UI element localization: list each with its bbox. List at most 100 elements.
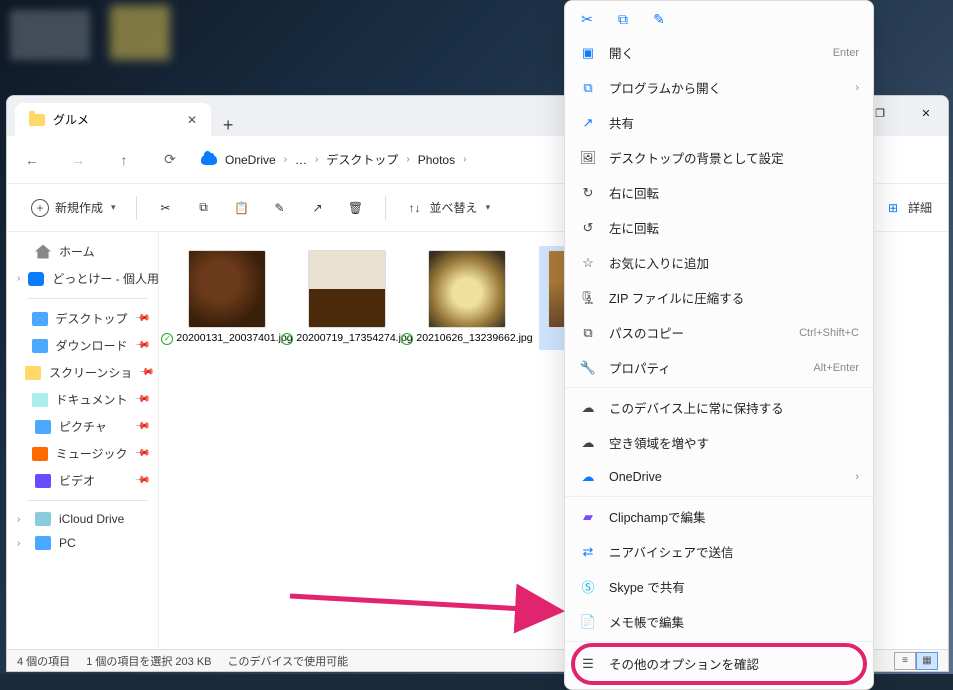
breadcrumb-item[interactable]: デスクトップ: [326, 151, 398, 168]
new-tab-button[interactable]: +: [211, 115, 245, 136]
ctx-open[interactable]: ▣開くEnter: [565, 35, 873, 70]
copy-icon[interactable]: ⧉: [613, 9, 633, 29]
thumbnail: [308, 250, 386, 328]
ctx-nearby-share[interactable]: ⇄ニアバイシェアで送信: [565, 534, 873, 569]
sidebar-music[interactable]: ミュージック📌: [7, 440, 158, 467]
nav-up-button[interactable]: ↑: [109, 152, 139, 168]
chevron-right-icon: ›: [284, 154, 287, 165]
chevron-right-icon: ›: [463, 154, 466, 165]
ctx-clipchamp[interactable]: ▰Clipchampで編集: [565, 499, 873, 534]
thumbnail: [428, 250, 506, 328]
sidebar-pc[interactable]: ›PC: [7, 531, 158, 555]
music-icon: [32, 447, 48, 461]
properties-icon: 🔧: [579, 359, 597, 377]
chevron-right-icon[interactable]: ›: [17, 273, 20, 284]
pin-icon: 📌: [133, 391, 150, 408]
desktop-icon-blurred: [110, 5, 170, 60]
onedrive-icon: ☁: [579, 468, 597, 486]
rename-button[interactable]: ✎: [263, 193, 297, 223]
ctx-set-background[interactable]: 🖼デスクトップの背景として設定: [565, 140, 873, 175]
onedrive-icon: [28, 272, 44, 286]
ctx-properties[interactable]: 🔧プロパティAlt+Enter: [565, 350, 873, 385]
share-button[interactable]: ↗: [301, 193, 335, 223]
ctx-free-space[interactable]: ☁空き領域を増やす: [565, 425, 873, 460]
document-icon: [32, 393, 48, 407]
ctx-share[interactable]: ↗共有: [565, 105, 873, 140]
file-item[interactable]: 20200719_17354274.jpg: [299, 246, 395, 350]
new-label: 新規作成: [55, 199, 103, 216]
delete-button[interactable]: 🗑: [339, 193, 373, 223]
more-options-icon: ☰: [579, 655, 597, 673]
sidebar-downloads[interactable]: ダウンロード📌: [7, 332, 158, 359]
pin-icon: 📌: [138, 364, 155, 381]
separator: [136, 196, 137, 220]
window-close-button[interactable]: ✕: [903, 95, 949, 131]
file-item[interactable]: 20210626_13239662.jpg: [419, 246, 515, 350]
cut-icon[interactable]: ✂: [577, 9, 597, 29]
pin-icon: 📌: [133, 418, 150, 435]
separator: [27, 298, 148, 299]
ctx-copy-path[interactable]: ⧉パスのコピーCtrl+Shift+C: [565, 315, 873, 350]
ctx-rotate-right[interactable]: ↻右に回転: [565, 175, 873, 210]
share-icon: ↗: [309, 199, 327, 217]
details-button[interactable]: ⊞ 詳細: [884, 199, 932, 217]
ctx-rotate-left[interactable]: ↺左に回転: [565, 210, 873, 245]
nav-back-button[interactable]: ←: [17, 152, 47, 168]
ctx-notepad[interactable]: 📄メモ帳で編集: [565, 604, 873, 639]
sidebar-pictures[interactable]: ピクチャ📌: [7, 413, 158, 440]
nearby-icon: ⇄: [579, 543, 597, 561]
sidebar-screenshots[interactable]: スクリーンショ📌: [7, 359, 158, 386]
sidebar-videos[interactable]: ビデオ📌: [7, 467, 158, 494]
chevron-right-icon: ›: [406, 154, 409, 165]
ctx-onedrive[interactable]: ☁OneDrive›: [565, 460, 873, 494]
tab-active[interactable]: グルメ ✕: [15, 103, 211, 136]
ctx-skype[interactable]: ⓈSkype で共有: [565, 569, 873, 604]
view-list-button[interactable]: ≡: [894, 652, 916, 670]
download-icon: [32, 339, 48, 353]
view-toggle: ≡ ▦: [894, 652, 938, 670]
separator: [565, 387, 873, 388]
ctx-always-keep[interactable]: ☁このデバイス上に常に保持する: [565, 390, 873, 425]
notepad-icon: 📄: [579, 613, 597, 631]
pc-icon: [35, 536, 51, 550]
breadcrumb-root[interactable]: OneDrive: [225, 153, 276, 167]
annotation-arrow: [290, 576, 580, 631]
sidebar-home[interactable]: ホーム: [7, 238, 158, 265]
clipchamp-icon: ▰: [579, 508, 597, 526]
sidebar-documents[interactable]: ドキュメント📌: [7, 386, 158, 413]
breadcrumb-item[interactable]: Photos: [418, 153, 455, 167]
sync-available-icon: [281, 333, 293, 345]
plus-circle-icon: +: [31, 199, 49, 217]
cut-button[interactable]: ✂: [149, 193, 183, 223]
chevron-right-icon[interactable]: ›: [17, 514, 27, 525]
sync-available-icon: [401, 333, 413, 345]
onedrive-icon: [201, 155, 217, 165]
ctx-zip[interactable]: 🗜ZIP ファイルに圧縮する: [565, 280, 873, 315]
tab-close-button[interactable]: ✕: [187, 113, 197, 127]
file-item[interactable]: 20200131_20037401.jpg: [179, 246, 275, 350]
sidebar-icloud[interactable]: ›iCloud Drive: [7, 507, 158, 531]
new-button[interactable]: + 新規作成 ▾: [23, 193, 124, 223]
sort-icon: ↑↓: [406, 199, 424, 217]
ctx-open-with[interactable]: ⧉プログラムから開く›: [565, 70, 873, 105]
breadcrumb-ellipsis[interactable]: …: [295, 153, 307, 167]
paste-button[interactable]: 📋: [225, 193, 259, 223]
sort-button[interactable]: ↑↓ 並べ替え ▾: [398, 193, 499, 223]
pin-icon: 📌: [133, 310, 150, 327]
scissors-icon: ✂: [157, 199, 175, 217]
copy-button[interactable]: ⧉: [187, 193, 221, 223]
chevron-down-icon: ▾: [111, 202, 116, 213]
ctx-favorite[interactable]: ☆お気に入りに追加: [565, 245, 873, 280]
sidebar-desktop[interactable]: デスクトップ📌: [7, 305, 158, 332]
rename-icon[interactable]: ✎: [649, 9, 669, 29]
nav-forward-button[interactable]: →: [63, 152, 93, 168]
ctx-more-options[interactable]: ☰その他のオプションを確認: [565, 644, 873, 685]
chevron-right-icon[interactable]: ›: [17, 538, 27, 549]
nav-refresh-button[interactable]: ⟳: [155, 151, 185, 168]
sidebar-onedrive[interactable]: ›どっとけー - 個人用: [7, 265, 158, 292]
rotate-right-icon: ↻: [579, 184, 597, 202]
pin-icon: 📌: [133, 337, 150, 354]
pin-icon: 📌: [133, 472, 150, 489]
folder-icon: [25, 366, 41, 380]
view-icons-button[interactable]: ▦: [916, 652, 938, 670]
